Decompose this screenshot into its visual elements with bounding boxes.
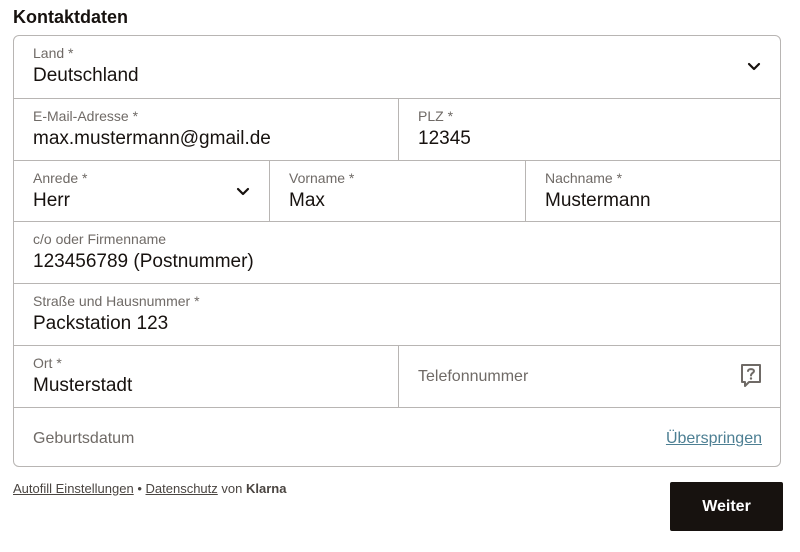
- birthdate-placeholder: Geburtsdatum: [33, 430, 135, 447]
- plz-value: 12345: [418, 128, 471, 149]
- help-icon[interactable]: [739, 363, 763, 389]
- co-value: 123456789 (Postnummer): [33, 251, 254, 272]
- footer: Autofill Einstellungen • Datenschutz von…: [13, 481, 286, 496]
- street-label: Straße und Hausnummer *: [33, 293, 200, 309]
- privacy-link[interactable]: Datenschutz: [146, 481, 218, 496]
- footer-separator: •: [137, 481, 142, 496]
- chevron-down-icon: [747, 62, 761, 71]
- phone-field[interactable]: Telefonnummer: [398, 346, 780, 407]
- continue-button[interactable]: Weiter: [670, 482, 783, 531]
- autofill-settings-link[interactable]: Autofill Einstellungen: [13, 481, 134, 496]
- city-field[interactable]: Ort * Musterstadt: [14, 346, 398, 407]
- row-city-phone: Ort * Musterstadt Telefonnummer: [14, 345, 780, 407]
- co-label: c/o oder Firmenname: [33, 231, 167, 247]
- phone-placeholder: Telefonnummer: [418, 368, 529, 385]
- salutation-select[interactable]: Anrede * Herr: [14, 161, 269, 221]
- salutation-value: Herr: [33, 190, 70, 211]
- row-co: c/o oder Firmenname 123456789 (Postnumme…: [14, 221, 780, 283]
- brand-name: Klarna: [246, 481, 287, 496]
- row-birthdate: Geburtsdatum Überspringen: [14, 407, 780, 466]
- email-value: max.mustermann@gmail.de: [33, 128, 271, 149]
- email-label: E-Mail-Adresse *: [33, 108, 139, 124]
- section-title: Kontaktdaten: [13, 7, 129, 27]
- contact-form: Land * Deutschland E-Mail-Adresse * max.…: [13, 35, 781, 467]
- last-name-label: Nachname *: [545, 170, 623, 186]
- birthdate-field[interactable]: Geburtsdatum Überspringen: [14, 408, 780, 466]
- city-value: Musterstadt: [33, 375, 133, 396]
- first-name-label: Vorname *: [289, 170, 355, 186]
- last-name-field[interactable]: Nachname * Mustermann: [525, 161, 780, 221]
- row-email-plz: E-Mail-Adresse * max.mustermann@gmail.de…: [14, 98, 780, 160]
- footer-by-text: von: [221, 481, 243, 496]
- plz-label: PLZ *: [418, 108, 454, 124]
- street-field[interactable]: Straße und Hausnummer * Packstation 123: [14, 284, 780, 345]
- city-label: Ort *: [33, 355, 62, 371]
- first-name-value: Max: [289, 190, 325, 211]
- email-field[interactable]: E-Mail-Adresse * max.mustermann@gmail.de: [14, 99, 398, 160]
- first-name-field[interactable]: Vorname * Max: [269, 161, 525, 221]
- skip-link[interactable]: Überspringen: [666, 430, 762, 448]
- salutation-label: Anrede *: [33, 170, 88, 186]
- country-value: Deutschland: [33, 65, 139, 86]
- street-value: Packstation 123: [33, 313, 169, 334]
- country-label: Land *: [33, 45, 74, 61]
- row-street: Straße und Hausnummer * Packstation 123: [14, 283, 780, 345]
- last-name-value: Mustermann: [545, 190, 651, 211]
- row-country: Land * Deutschland: [14, 36, 780, 98]
- co-field[interactable]: c/o oder Firmenname 123456789 (Postnumme…: [14, 222, 780, 283]
- plz-field[interactable]: PLZ * 12345: [398, 99, 780, 160]
- country-select[interactable]: Land * Deutschland: [14, 36, 780, 98]
- row-name: Anrede * Herr Vorname * Max Nachname * M…: [14, 160, 780, 221]
- chevron-down-icon: [236, 187, 250, 196]
